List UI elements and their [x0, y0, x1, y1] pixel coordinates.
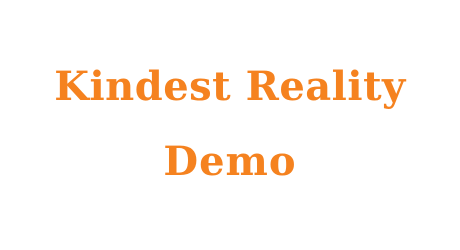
title-line-2: Demo — [163, 138, 297, 185]
title-card: Kindest Reality Demo — [0, 0, 460, 250]
title-line-1: Kindest Reality — [54, 63, 406, 110]
